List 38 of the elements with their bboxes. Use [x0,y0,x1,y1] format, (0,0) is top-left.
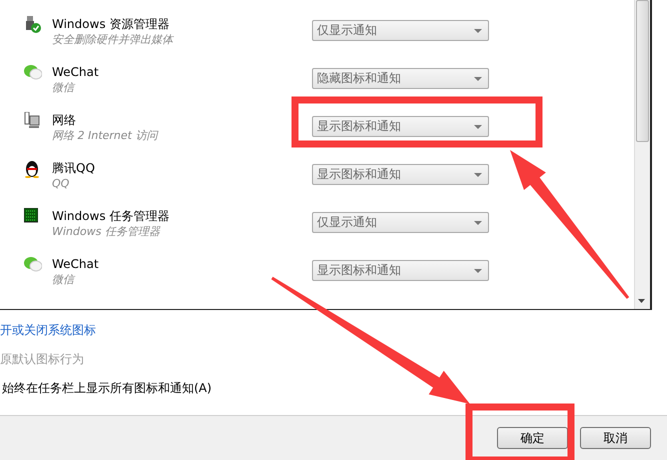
settings-link: 原默认图标行为 [0,351,84,368]
caret-icon [474,124,482,128]
caret-icon [474,268,482,272]
app-name: 腾讯QQ [52,160,96,176]
app-name: WeChat [52,256,100,272]
checkbox-label[interactable]: 始终在任务栏上显示所有图标和通知(A) [0,380,212,397]
behavior-dropdown[interactable]: 仅显示通知 [312,212,489,233]
behavior-dropdown[interactable]: 仅显示通知 [312,20,489,41]
monitor-grid-icon [24,208,38,224]
chat-bubbles-icon [24,64,42,80]
usb-device-icon [24,16,42,34]
settings-link[interactable]: 开或关闭系统图标 [0,322,96,339]
caret-icon [474,172,482,176]
ok-button[interactable]: 确定 [497,427,568,449]
app-description: 微信 [52,80,76,95]
behavior-dropdown[interactable]: 隐藏图标和通知 [312,68,489,89]
app-description: 微信 [52,272,76,287]
app-name: WeChat [52,64,100,80]
chat-bubbles-icon [24,256,42,272]
caret-icon [474,220,482,224]
app-description: 安全删除硬件并弹出媒体 [52,32,175,47]
caret-icon [474,76,482,80]
network-computer-icon [24,112,40,130]
penguin-icon [24,160,40,178]
scrollbar[interactable] [634,0,652,309]
behavior-dropdown[interactable]: 显示图标和通知 [312,260,489,281]
behavior-dropdown[interactable]: 显示图标和通知 [312,164,489,185]
app-name: Windows 资源管理器 [52,16,170,32]
cancel-button[interactable]: 取消 [580,427,651,449]
behavior-dropdown[interactable]: 显示图标和通知 [312,116,489,137]
caret-icon [474,28,482,32]
scroll-down-icon[interactable] [638,299,645,303]
app-description: 网络 2 Internet 访问 [52,128,160,143]
app-description: QQ [52,176,70,191]
app-description: Windows 任务管理器 [52,224,162,239]
app-name: 网络 [52,112,77,128]
app-name: Windows 任务管理器 [52,208,170,224]
scrollbar-thumb[interactable] [636,0,649,142]
